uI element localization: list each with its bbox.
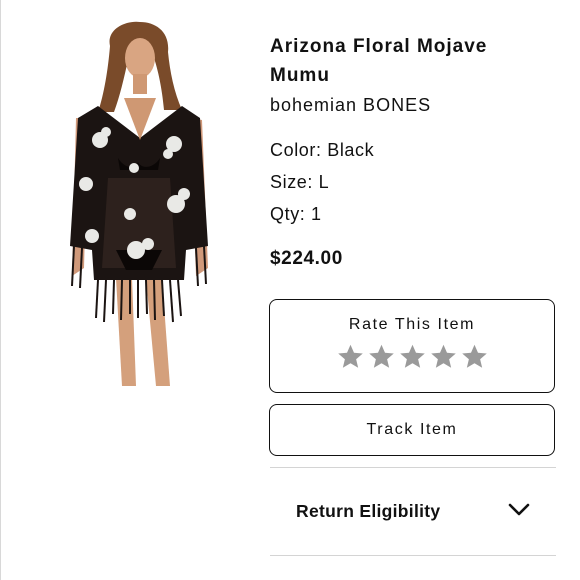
- product-attributes: Color: Black Size: L Qty: 1: [270, 134, 558, 230]
- rate-item-label: Rate This Item: [348, 316, 476, 333]
- left-border: [0, 0, 1, 580]
- star-icon-1[interactable]: [337, 343, 364, 370]
- star-icon-4[interactable]: [430, 343, 457, 370]
- product-color: Color: Black: [270, 140, 375, 160]
- star-icon-5[interactable]: [461, 343, 488, 370]
- product-image: [70, 21, 208, 386]
- product-title-line-1: Arizona Floral Mojave: [270, 36, 488, 57]
- star-icon-3[interactable]: [399, 343, 426, 370]
- star-icon-2[interactable]: [368, 343, 395, 370]
- return-eligibility-row[interactable]: Return Eligibility: [270, 469, 556, 555]
- return-eligibility-label: Return Eligibility: [296, 501, 441, 521]
- track-item-button[interactable]: Track Item: [269, 404, 555, 456]
- product-title: Arizona Floral Mojave Mumu: [270, 32, 558, 90]
- chevron-down-icon[interactable]: [508, 502, 530, 518]
- product-qty: Qty: 1: [270, 204, 322, 224]
- divider-top: [270, 467, 556, 468]
- divider-bottom: [270, 555, 556, 556]
- rate-item-panel: Rate This Item: [269, 299, 555, 393]
- product-title-line-2: Mumu: [270, 65, 330, 86]
- product-brand: bohemian BONES: [270, 95, 432, 115]
- product-details: Arizona Floral Mojave Mumu bohemian BONE…: [270, 32, 558, 272]
- rating-stars: [270, 343, 554, 370]
- product-size: Size: L: [270, 172, 330, 192]
- product-price: $224.00: [270, 248, 343, 269]
